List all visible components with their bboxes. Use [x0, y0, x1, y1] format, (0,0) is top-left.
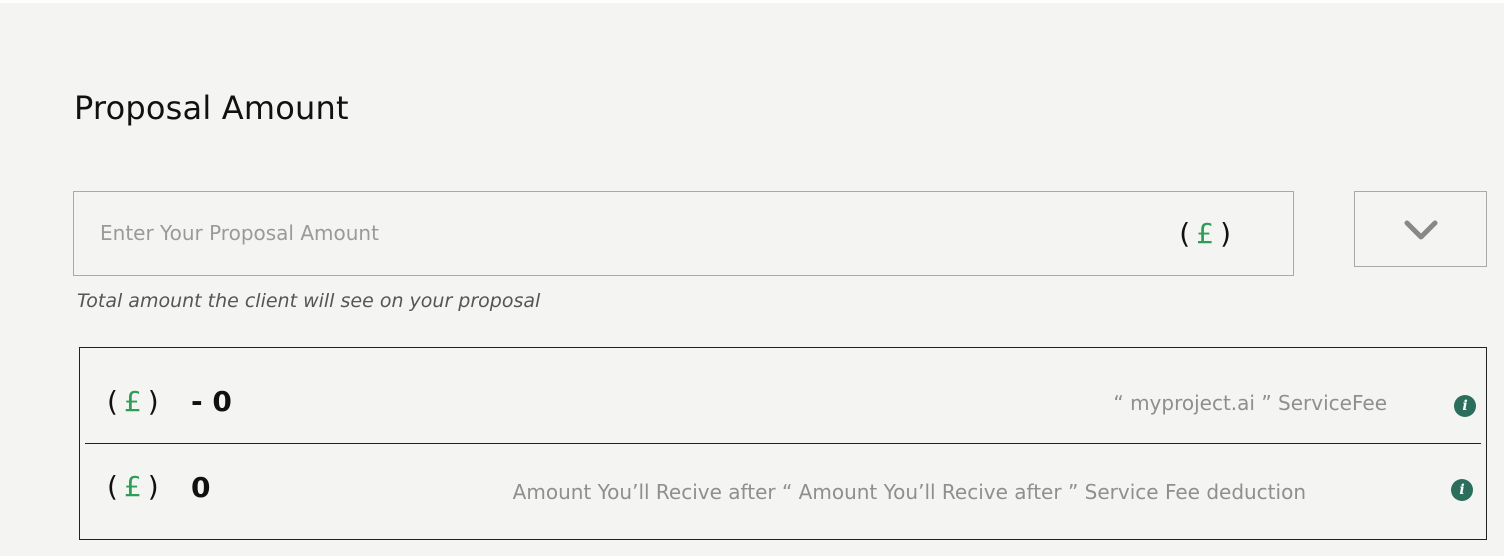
currency-close-paren: )	[147, 470, 159, 503]
proposal-amount-field[interactable]: (£)	[73, 191, 1294, 276]
currency-label: (£)	[1179, 217, 1231, 250]
chevron-down-icon	[1404, 220, 1438, 240]
helper-text: Total amount the client will see on your…	[77, 290, 541, 312]
currency-dropdown-button[interactable]	[1354, 191, 1487, 267]
row-divider	[85, 443, 1481, 444]
pound-symbol: £	[1196, 217, 1215, 250]
amount-received-value: 0	[191, 471, 211, 504]
info-icon[interactable]: i	[1454, 395, 1476, 417]
service-fee-value: - 0	[191, 385, 232, 418]
proposal-amount-input[interactable]	[100, 212, 1140, 254]
currency-close-paren: )	[147, 385, 159, 418]
info-icon[interactable]: i	[1451, 479, 1473, 501]
fee-summary-box: (£) - 0 “ myproject.ai ” ServiceFee i (£…	[79, 347, 1487, 540]
service-fee-label: “ myproject.ai ” ServiceFee	[1113, 391, 1387, 415]
receive-currency-label: (£)	[107, 470, 159, 503]
pound-symbol: £	[123, 385, 142, 418]
currency-open-paren: (	[1179, 217, 1191, 250]
currency-open-paren: (	[107, 385, 118, 418]
currency-open-paren: (	[107, 470, 118, 503]
pound-symbol: £	[123, 470, 142, 503]
fee-currency-label: (£)	[107, 385, 159, 418]
amount-received-label: Amount You’ll Recive after “ Amount You’…	[512, 480, 1306, 504]
section-title: Proposal Amount	[74, 89, 349, 127]
currency-close-paren: )	[1220, 217, 1231, 250]
proposal-amount-panel: Proposal Amount (£) Total amount the cli…	[0, 3, 1504, 556]
